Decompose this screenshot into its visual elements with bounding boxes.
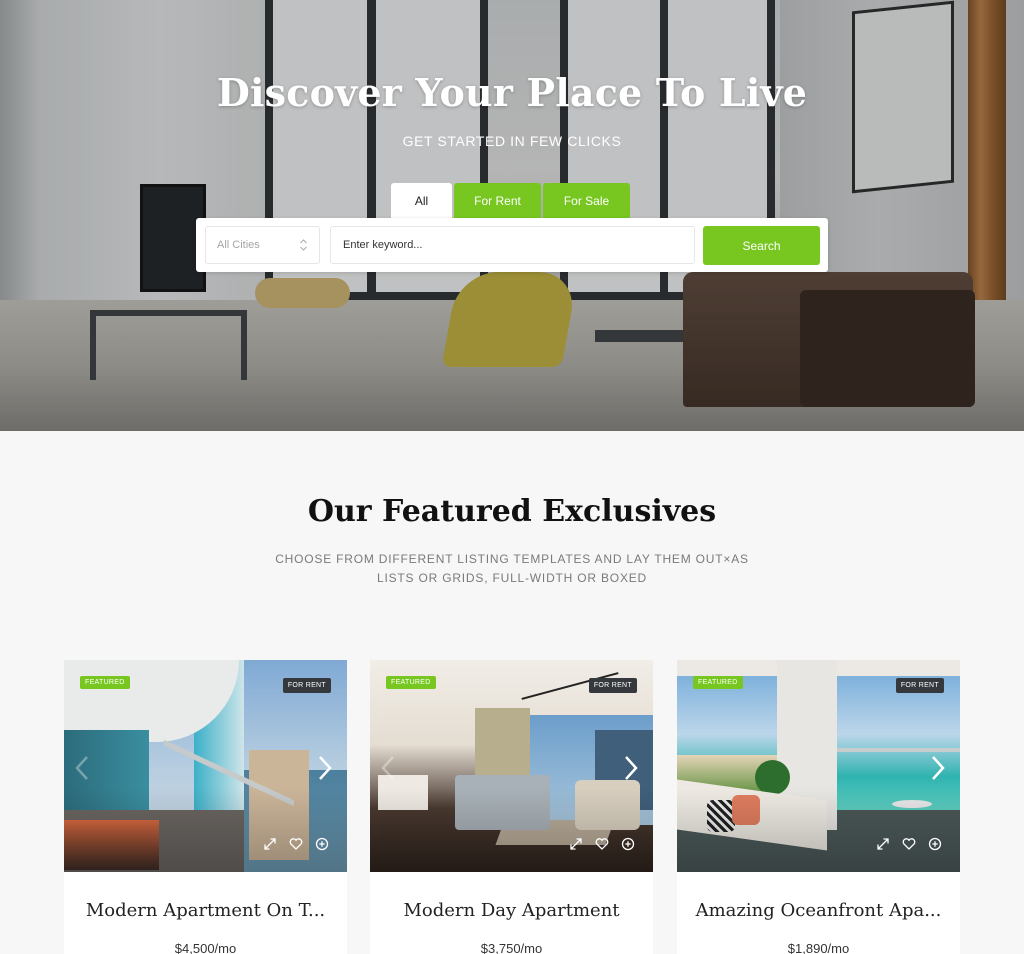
tab-all[interactable]: All (391, 183, 452, 218)
expand-icon[interactable] (569, 837, 583, 851)
hero-title: Discover Your Place To Live (216, 70, 808, 115)
listing-card[interactable]: FEATURED FOR RENT Modern Day Apartment $… (370, 660, 653, 954)
expand-icon[interactable] (876, 837, 890, 851)
listing-image[interactable]: FEATURED FOR RENT (64, 660, 347, 872)
listing-title[interactable]: Modern Day Apartment (370, 900, 653, 921)
tab-for-sale[interactable]: For Sale (543, 183, 630, 218)
hero-subtitle: GET STARTED IN FEW CLICKS (402, 133, 622, 149)
featured-section-description: CHOOSE FROM DIFFERENT LISTING TEMPLATES … (275, 552, 749, 585)
listing-price: $1,890/mo (787, 941, 850, 954)
listing-card[interactable]: FEATURED FOR RENT Modern Apartment On T.… (64, 660, 347, 954)
featured-badge: FEATURED (386, 676, 436, 689)
listing-title[interactable]: Modern Apartment On T... (64, 900, 347, 921)
search-button[interactable]: Search (703, 226, 820, 265)
listing-actions (569, 837, 635, 851)
plus-circle-icon[interactable] (621, 837, 635, 851)
status-badge: FOR RENT (588, 678, 637, 693)
hero-section: Discover Your Place To Live GET STARTED … (0, 0, 1024, 431)
heart-icon[interactable] (902, 837, 916, 851)
featured-badge: FEATURED (693, 676, 743, 689)
keyword-input[interactable] (330, 226, 695, 264)
listing-image[interactable]: FEATURED FOR RENT (677, 660, 960, 872)
listing-title[interactable]: Amazing Oceanfront Apa... (677, 900, 960, 921)
plus-circle-icon[interactable] (928, 837, 942, 851)
updown-chevron-icon (300, 239, 307, 251)
featured-badge: FEATURED (80, 676, 130, 689)
city-select-value: All Cities (217, 239, 260, 251)
heart-icon[interactable] (595, 837, 609, 851)
chevron-left-icon[interactable] (74, 755, 90, 781)
chevron-right-icon[interactable] (317, 755, 333, 781)
listing-price: $4,500/mo (174, 941, 237, 954)
search-form: All Cities Search (196, 218, 828, 272)
expand-icon[interactable] (263, 837, 277, 851)
plus-circle-icon[interactable] (315, 837, 329, 851)
featured-section-title: Our Featured Exclusives (307, 494, 717, 529)
status-badge: FOR RENT (895, 678, 944, 693)
listing-image[interactable]: FEATURED FOR RENT (370, 660, 653, 872)
status-badge: FOR RENT (282, 678, 331, 693)
listing-card[interactable]: FEATURED FOR RENT Amazing Oceanfront Apa… (677, 660, 960, 954)
heart-icon[interactable] (289, 837, 303, 851)
city-select[interactable]: All Cities (205, 226, 320, 264)
chevron-right-icon[interactable] (623, 755, 639, 781)
listing-price: $3,750/mo (480, 941, 543, 954)
listing-actions (876, 837, 942, 851)
chevron-right-icon[interactable] (930, 755, 946, 781)
listing-type-tabs: All For Rent For Sale (391, 183, 632, 218)
chevron-left-icon[interactable] (380, 755, 396, 781)
listing-actions (263, 837, 329, 851)
tab-for-rent[interactable]: For Rent (454, 183, 541, 218)
